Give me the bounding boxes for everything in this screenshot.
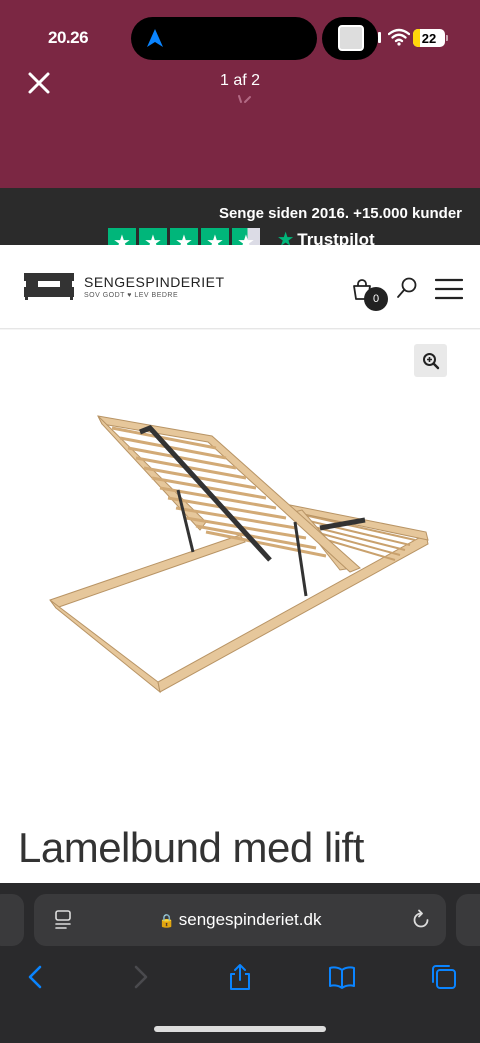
contact-avatar (338, 25, 364, 51)
url-display[interactable]: 🔒 sengespinderiet.dk (34, 910, 446, 930)
promo-text: Senge siden 2016. +15.000 kunder (218, 205, 462, 222)
lock-icon: 🔒 (158, 913, 175, 928)
product-image-slatted-frame (49, 415, 429, 694)
home-indicator[interactable] (154, 1026, 326, 1032)
tabs-icon[interactable] (430, 963, 458, 991)
wifi-icon (388, 28, 410, 46)
dynamic-island (131, 17, 317, 60)
share-icon[interactable] (226, 963, 254, 991)
product-title: Lamelbund med lift (18, 824, 364, 871)
zoom-in-icon (422, 352, 439, 369)
site-logo[interactable]: SENGESPINDERIET SOV GODT ♥ LEV BEDRE (22, 271, 225, 301)
reload-icon[interactable] (410, 909, 432, 931)
next-tab-preview[interactable] (456, 894, 480, 946)
site-header: SENGESPINDERIET SOV GODT ♥ LEV BEDRE 0 (0, 245, 480, 329)
trustpilot-link[interactable]: ★ Trustpilot (278, 230, 375, 245)
search-icon[interactable] (396, 277, 418, 299)
star-icon: ★ (170, 228, 198, 245)
star-icon: ★ (201, 228, 229, 245)
island-activity (322, 17, 378, 60)
star-icon: ★ (108, 228, 136, 245)
bed-logo-icon (24, 273, 74, 300)
product-gallery: Lamelbund med lift (0, 330, 480, 883)
previous-tab-preview[interactable] (0, 894, 24, 946)
page-swipe-indicator-icon (238, 95, 251, 103)
browser-toolbar: 🔒 sengespinderiet.dk (0, 883, 480, 1043)
location-arrow-icon (147, 29, 163, 47)
battery-percent: 22 (421, 30, 437, 46)
star-icon: ★ (139, 228, 167, 245)
battery-indicator: 22 (413, 29, 445, 47)
trustpilot-stars: ★ ★ ★ ★ ★ (108, 228, 260, 245)
bookmarks-icon[interactable] (328, 963, 356, 991)
trustpilot-label: Trustpilot (297, 230, 375, 245)
hamburger-menu-icon[interactable] (435, 278, 463, 300)
promo-bar: Senge siden 2016. +15.000 kunder ★ ★ ★ ★… (0, 188, 480, 245)
forward-icon[interactable] (126, 963, 154, 991)
image-counter: 1 af 2 (219, 72, 261, 89)
cart-count-badge: 0 (364, 287, 388, 311)
status-time: 20.26 (48, 28, 89, 47)
address-bar[interactable]: 🔒 sengespinderiet.dk (34, 894, 446, 946)
trustpilot-star-icon: ★ (278, 230, 294, 245)
battery-level (413, 29, 421, 47)
zoom-button[interactable] (414, 344, 447, 377)
brand-name: SENGESPINDERIET (84, 273, 225, 290)
back-icon[interactable] (22, 963, 50, 991)
signal-icon (378, 32, 381, 43)
brand-tagline: SOV GODT ♥ LEV BEDRE (84, 291, 179, 299)
half-star-icon: ★ (232, 228, 260, 245)
url-text: sengespinderiet.dk (178, 910, 322, 929)
battery-tip (446, 35, 448, 41)
